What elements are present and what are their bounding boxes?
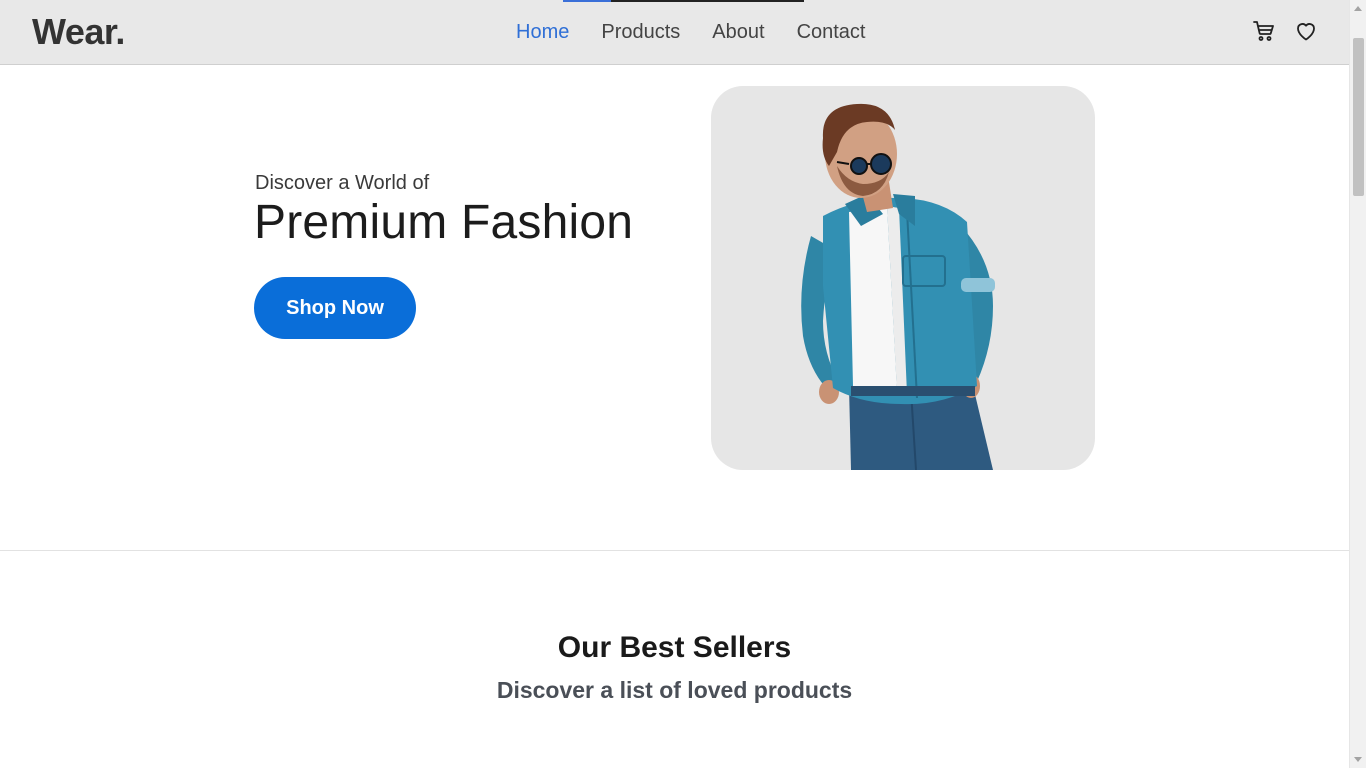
nav-active-indicator xyxy=(563,0,611,2)
nav-item-products[interactable]: Products xyxy=(601,20,680,44)
page-scrollbar[interactable] xyxy=(1349,0,1366,768)
hero-title: Premium Fashion xyxy=(254,196,634,249)
cart-icon[interactable] xyxy=(1252,19,1276,43)
scroll-down-icon[interactable] xyxy=(1354,757,1362,762)
page: Wear. Home Products About Contact Discov… xyxy=(0,0,1349,768)
main-nav: Home Products About Contact xyxy=(516,20,898,44)
logo[interactable]: Wear. xyxy=(32,11,125,53)
nav-indicator xyxy=(563,0,804,2)
nav-item-home[interactable]: Home xyxy=(516,20,569,44)
nav-item-contact[interactable]: Contact xyxy=(797,20,866,44)
shop-now-button[interactable]: Shop Now xyxy=(254,277,416,339)
best-sellers-subtitle: Discover a list of loved products xyxy=(496,677,853,703)
scroll-thumb[interactable] xyxy=(1353,38,1364,196)
scroll-up-icon[interactable] xyxy=(1354,6,1362,11)
heart-icon[interactable] xyxy=(1294,19,1318,43)
nav-item-about[interactable]: About xyxy=(712,20,764,44)
hero-image xyxy=(711,86,1095,470)
header-icons xyxy=(1252,19,1318,43)
section-divider xyxy=(0,550,1349,551)
best-sellers-title: Our Best Sellers xyxy=(557,631,792,664)
model-photo xyxy=(801,103,995,470)
hero-kicker: Discover a World of xyxy=(255,172,430,194)
site-header: Wear. Home Products About Contact xyxy=(0,0,1349,65)
